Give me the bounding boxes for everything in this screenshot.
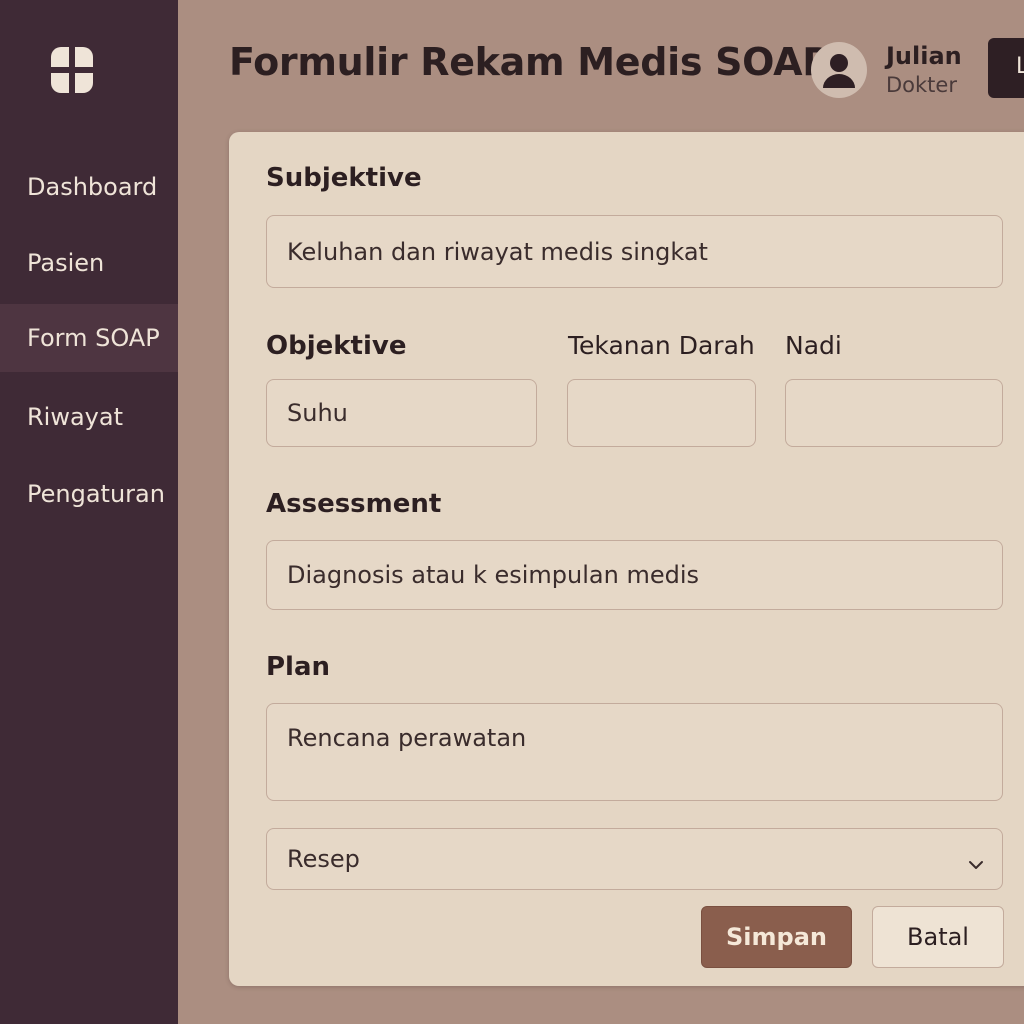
sidebar-item-pengaturan[interactable]: Pengaturan xyxy=(0,460,178,528)
sidebar-item-pasien[interactable]: Pasien xyxy=(0,229,178,297)
subjective-field[interactable]: Keluhan dan riwayat medis singkat xyxy=(266,215,1003,288)
cancel-button-label: Batal xyxy=(907,923,969,951)
chevron-down-icon xyxy=(968,851,984,869)
plan-field[interactable]: Rencana perawatan xyxy=(266,703,1003,801)
user-avatar-icon[interactable] xyxy=(811,42,867,98)
user-name: Julian xyxy=(886,42,962,70)
save-button[interactable]: Simpan xyxy=(701,906,852,968)
user-role: Dokter xyxy=(886,73,957,97)
logout-button[interactable]: L xyxy=(988,38,1024,98)
plan-label: Plan xyxy=(266,652,331,682)
plan-placeholder: Rencana perawatan xyxy=(287,724,527,752)
sidebar-item-dashboard[interactable]: Dashboard xyxy=(0,153,178,221)
logout-button-label: L xyxy=(1016,54,1024,79)
suhu-placeholder: Suhu xyxy=(287,399,348,427)
assessment-placeholder: Diagnosis atau k esimpulan medis xyxy=(287,561,700,589)
resep-select[interactable]: Resep xyxy=(266,828,1003,890)
subjective-placeholder: Keluhan dan riwayat medis singkat xyxy=(287,237,708,266)
assessment-field[interactable]: Diagnosis atau k esimpulan medis xyxy=(266,540,1003,610)
sidebar-item-label: Pasien xyxy=(27,249,105,277)
suhu-field[interactable]: Suhu xyxy=(266,379,537,447)
page-title: Formulir Rekam Medis SOAP xyxy=(229,40,830,84)
sidebar-item-label: Dashboard xyxy=(27,173,158,201)
cancel-button[interactable]: Batal xyxy=(872,906,1004,968)
sidebar-item-label: Pengaturan xyxy=(27,480,165,508)
resep-selected-value: Resep xyxy=(287,845,360,873)
nadi-label: Nadi xyxy=(785,331,842,360)
tekanan-darah-field[interactable] xyxy=(567,379,756,447)
tekanan-darah-label: Tekanan Darah xyxy=(568,331,755,360)
save-button-label: Simpan xyxy=(726,923,827,951)
objective-label: Objektive xyxy=(266,331,407,361)
sidebar-item-form-soap[interactable]: Form SOAP xyxy=(0,304,178,372)
sidebar-item-riwayat[interactable]: Riwayat xyxy=(0,383,178,451)
medical-cross-icon[interactable] xyxy=(47,45,97,95)
assessment-label: Assessment xyxy=(266,489,442,519)
nadi-field[interactable] xyxy=(785,379,1003,447)
app-root: Dashboard Pasien Form SOAP Riwayat Penga… xyxy=(0,0,1024,1024)
sidebar: Dashboard Pasien Form SOAP Riwayat Penga… xyxy=(0,0,178,1024)
subjective-label: Subjektive xyxy=(266,163,422,193)
sidebar-item-label: Riwayat xyxy=(27,403,123,431)
sidebar-item-label: Form SOAP xyxy=(27,324,160,352)
soap-form-card: Subjektive Keluhan dan riwayat medis sin… xyxy=(229,132,1024,986)
